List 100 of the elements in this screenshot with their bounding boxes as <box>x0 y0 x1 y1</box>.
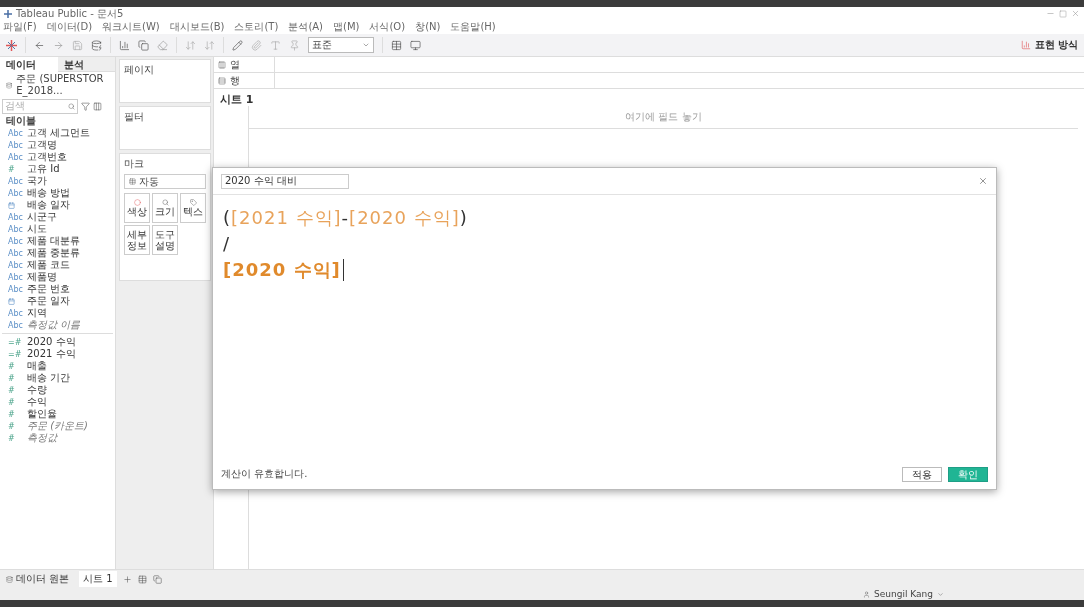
mark-button[interactable]: 크기 <box>152 193 178 223</box>
table-icon <box>129 178 136 185</box>
field-item[interactable]: 매출 <box>27 360 47 372</box>
new-worksheet-icon[interactable] <box>119 39 130 51</box>
field-item[interactable]: 고유 Id <box>27 163 60 175</box>
close-icon[interactable] <box>978 176 988 186</box>
field-item[interactable]: 측정값 이름 <box>27 319 81 331</box>
menu-item[interactable]: 대시보드(B) <box>169 21 225 33</box>
field-item[interactable]: 할인율 <box>27 408 57 420</box>
field-item[interactable]: 시도 <box>27 223 47 235</box>
new-sheet-icon[interactable] <box>122 574 132 584</box>
menu-item[interactable]: 서식(O) <box>369 21 406 33</box>
data-source-icon[interactable] <box>6 80 13 90</box>
type-label: # <box>8 433 16 443</box>
type-label: Abc <box>8 212 24 222</box>
type-label: Abc <box>8 140 24 150</box>
formula-field: [2020 수익] <box>223 257 341 283</box>
bar-chart-icon <box>1020 40 1031 50</box>
type-label: Abc <box>8 188 24 198</box>
formula-field: [2020 수익] <box>349 205 460 231</box>
menu-item[interactable]: 데이터(D) <box>46 21 93 33</box>
field-item[interactable]: 주문 일자 <box>27 295 71 307</box>
text-icon <box>189 198 197 206</box>
data-source-name[interactable]: 주문 (SUPERSTORE_2018... <box>16 73 109 97</box>
mark-button[interactable]: 도구 설명 <box>152 225 178 255</box>
formula-editor[interactable]: ([2021 수익]-[2020 수익]) / [2020 수익] <box>213 195 996 459</box>
menu-item[interactable]: 스토리(T) <box>234 21 279 33</box>
field-item[interactable]: 측정값 <box>27 432 57 444</box>
restore-icon[interactable] <box>1059 9 1067 18</box>
calculation-name-field[interactable]: 2020 수익 대비 <box>221 173 349 189</box>
menu-item[interactable]: 도움말(H) <box>450 21 496 33</box>
forward-icon[interactable] <box>53 39 64 51</box>
user-name[interactable]: Seungil Kang <box>874 588 933 600</box>
field-item[interactable]: 제품 중분류 <box>27 247 81 259</box>
fit-select[interactable]: 표준 <box>308 37 374 53</box>
back-icon[interactable] <box>34 39 45 51</box>
menu-item[interactable]: 파일(F) <box>3 21 37 33</box>
field-item[interactable]: 고객 세그먼트 <box>27 127 91 139</box>
field-item[interactable]: 수익 <box>27 396 47 408</box>
menu-item[interactable]: 창(N) <box>415 21 441 33</box>
field-item[interactable]: 제품 코드 <box>27 259 71 271</box>
show-me-button[interactable]: 표현 방식 <box>1020 38 1078 52</box>
group-icon[interactable] <box>251 39 262 51</box>
columns-icon[interactable] <box>218 60 226 69</box>
logo-icon[interactable] <box>6 39 17 51</box>
filter-icon[interactable] <box>81 101 90 111</box>
field-item[interactable]: 2021 수익 <box>27 348 76 360</box>
field-item[interactable]: 제품명 <box>27 271 57 283</box>
user-icon[interactable] <box>863 590 871 598</box>
close-icon[interactable] <box>1071 9 1080 18</box>
formula-operator: ) <box>459 206 468 230</box>
field-item[interactable]: 배송 방법 <box>27 187 71 199</box>
new-story-icon[interactable] <box>152 574 162 584</box>
highlight-icon[interactable] <box>232 39 243 51</box>
field-item[interactable]: 수량 <box>27 384 47 396</box>
pin-icon[interactable] <box>289 39 300 51</box>
type-label: # <box>8 397 16 407</box>
view-icon[interactable] <box>93 101 102 111</box>
sheet-tab[interactable]: 시트 1 <box>79 571 117 587</box>
field-item[interactable]: 시군구 <box>27 211 57 223</box>
sort-icon[interactable] <box>204 39 215 51</box>
labels-icon[interactable] <box>270 39 281 51</box>
mark-button[interactable]: 텍스 <box>180 193 206 223</box>
field-item[interactable]: 제품 대분류 <box>27 235 81 247</box>
rows-icon[interactable] <box>218 76 226 85</box>
type-label: # <box>8 421 16 431</box>
type-label: Abc <box>8 260 24 270</box>
menu-item[interactable]: 맵(M) <box>333 21 360 33</box>
save-icon[interactable] <box>72 39 83 51</box>
field-item[interactable]: 지역 <box>27 307 47 319</box>
field-item[interactable]: 고객번호 <box>27 151 67 163</box>
swap-icon[interactable] <box>185 39 196 51</box>
field-item[interactable]: 배송 기간 <box>27 372 71 384</box>
data-source-tab[interactable]: 데이터 원본 <box>2 571 74 587</box>
type-label: Abc <box>8 224 24 234</box>
duplicate-icon[interactable] <box>138 39 149 51</box>
field-item[interactable]: 주문 번호 <box>27 283 71 295</box>
field-item[interactable]: 2020 수익 <box>27 336 76 348</box>
type-label: Abc <box>8 272 24 282</box>
type-label: Abc <box>8 176 24 186</box>
new-dashboard-icon[interactable] <box>137 574 147 584</box>
field-item[interactable]: 국가 <box>27 175 47 187</box>
menu-item[interactable]: 워크시트(W) <box>102 21 160 33</box>
field-item[interactable]: 고객명 <box>27 139 57 151</box>
clear-icon[interactable] <box>157 39 168 51</box>
type-label: Abc <box>8 284 24 294</box>
apply-button[interactable]: 적용 <box>902 466 942 482</box>
mark-button[interactable]: 색상 <box>124 193 150 223</box>
new-data-source-icon[interactable] <box>91 39 102 51</box>
field-item[interactable]: 주문 (카운트) <box>27 420 88 432</box>
mark-type-select[interactable]: 자동 <box>124 174 206 189</box>
type-label: =# <box>8 337 23 347</box>
mark-button[interactable]: 세부 정보 <box>124 225 150 255</box>
dropdown-icon[interactable] <box>937 590 944 598</box>
field-item[interactable]: 배송 일자 <box>27 199 71 211</box>
pane-tab[interactable]: 분석 <box>57 57 115 72</box>
cards-icon[interactable] <box>391 39 402 51</box>
menu-item[interactable]: 분석(A) <box>288 21 324 33</box>
presentation-icon[interactable] <box>410 39 421 51</box>
sheet-title: 시트 1 <box>220 93 255 107</box>
